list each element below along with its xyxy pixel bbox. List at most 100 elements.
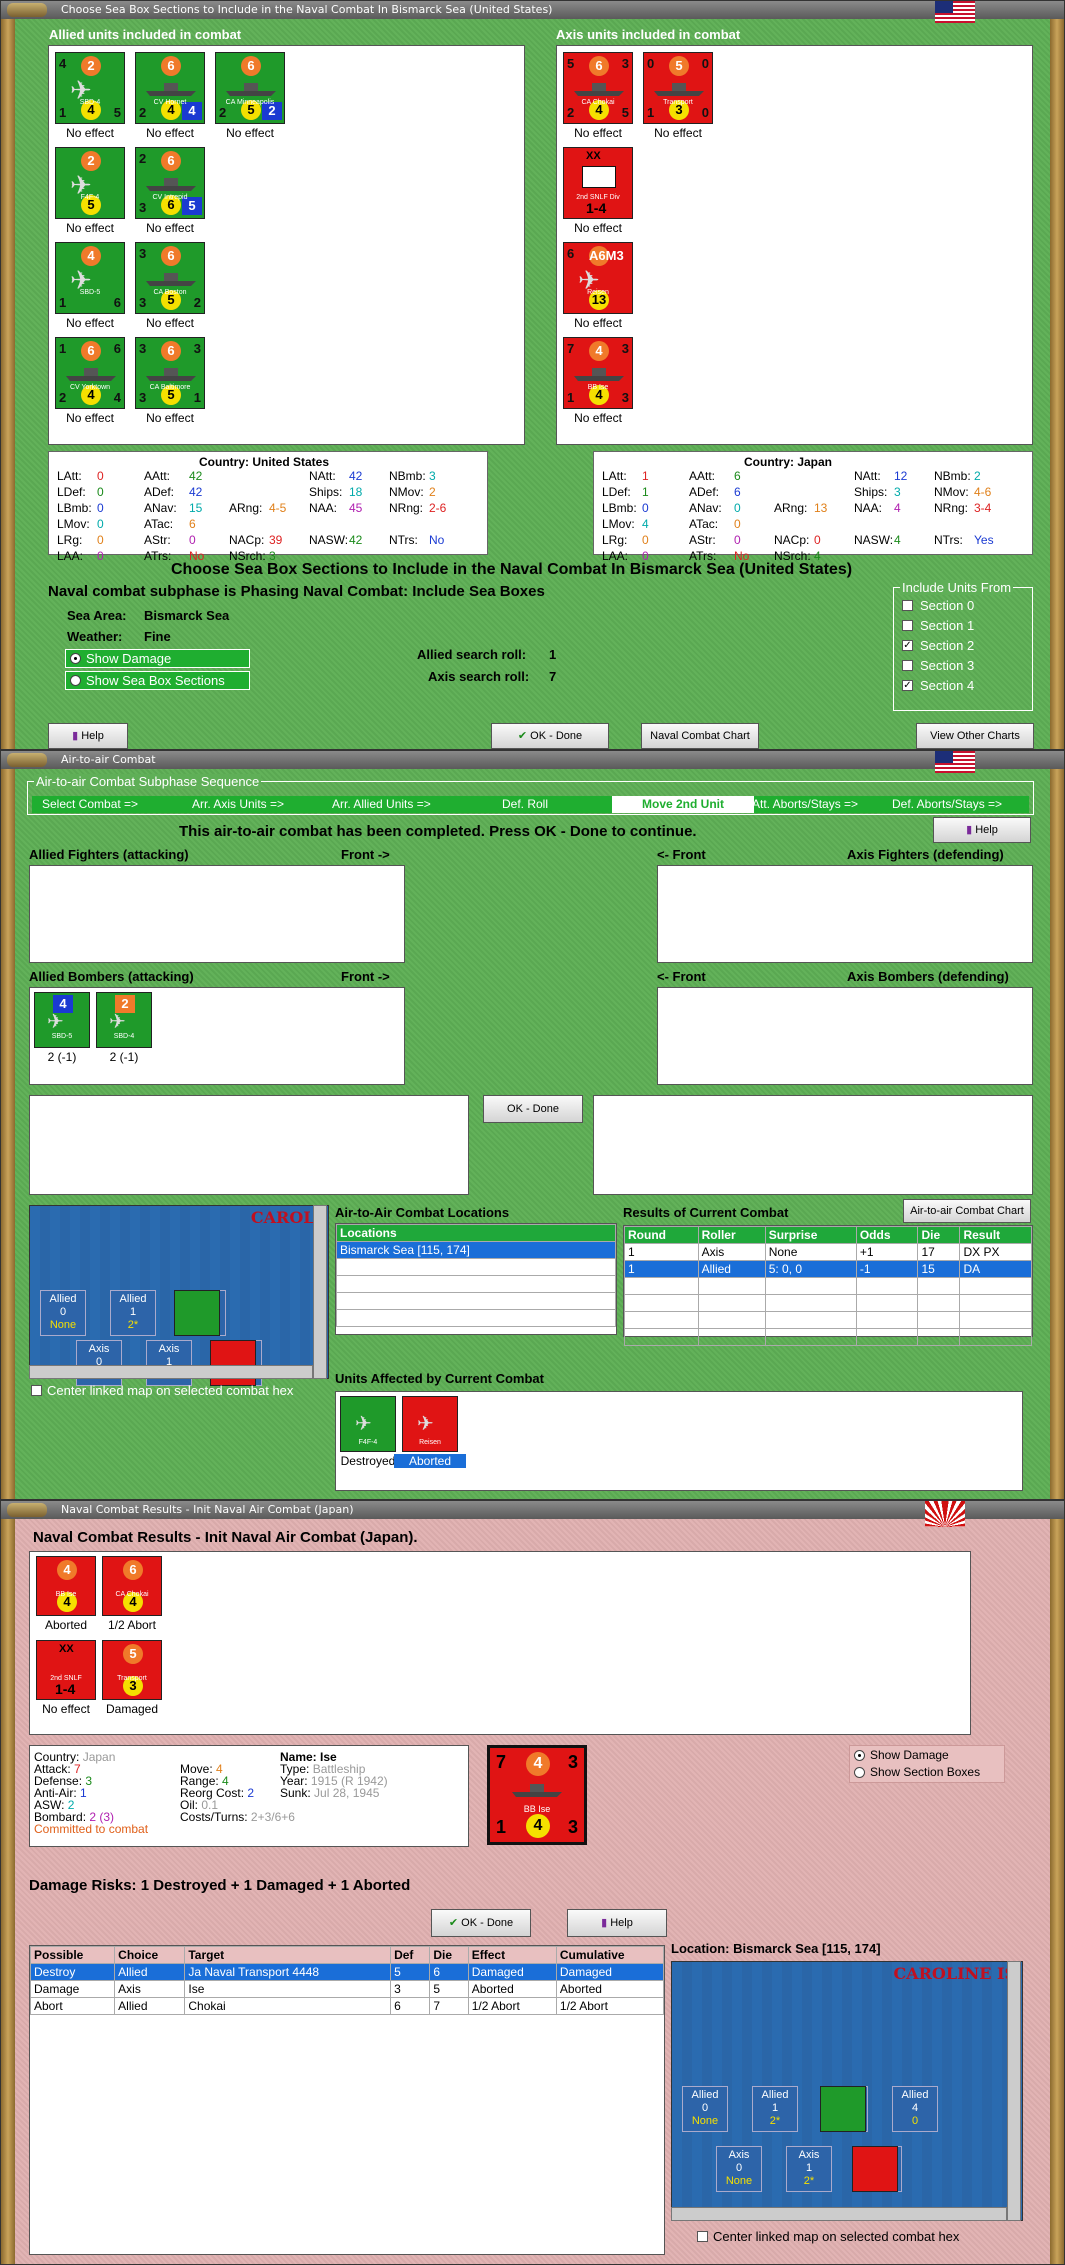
unit-counter[interactable]: 1 6 2 4 6 4 CV Yorktown: [55, 337, 125, 409]
unit-counter[interactable]: 6 A6M3 ✈ 13 Reisen: [563, 242, 633, 314]
section-checkbox[interactable]: ✓: [902, 680, 913, 691]
unit-counter[interactable]: 2 6 4 4 CV Hornet: [135, 52, 205, 124]
titlebar-knob: [7, 1503, 47, 1517]
counter-stat: 2: [219, 105, 227, 120]
stat-value: 45: [349, 501, 363, 515]
sea-box-allied[interactable]: Allied 0 None: [682, 2086, 728, 2132]
front-left-label: <- Front: [657, 847, 706, 862]
allied-reserve-box[interactable]: [29, 1095, 469, 1195]
section-checkbox[interactable]: ✓: [902, 640, 913, 651]
unit-counter[interactable]: 3 3 3 1 6 5 CA Baltimore: [135, 337, 205, 409]
table-row[interactable]: Abort Allied Chokai 6 7 1/2 Abort 1/2 Abort: [29, 1997, 665, 2015]
result-unit-counter[interactable]: 6 4 CA Chokai: [102, 1556, 162, 1616]
sea-box-allied[interactable]: Allied 0 None: [40, 1290, 86, 1336]
sea-box-allied[interactable]: Allied 1 2*: [752, 2086, 798, 2132]
unit-counter[interactable]: 0 0 1 0 5 3 Transport: [643, 52, 713, 124]
sea-box-axis[interactable]: Axis12*: [146, 1340, 192, 1386]
map-vscrollbar[interactable]: [1007, 1961, 1021, 2221]
ship-icon: [146, 178, 196, 192]
unit-counter[interactable]: 5 3 2 5 6 4 CA Chokai: [563, 52, 633, 124]
table-cell: 5: 0, 0: [764, 1260, 857, 1278]
affected-units-box[interactable]: ✈ F4F-4 Destroyed ✈ Reisen Aborted: [335, 1391, 1023, 1491]
bomber-counter[interactable]: 4 ✈ SBD-5: [34, 992, 90, 1048]
section-label: Section 3: [920, 658, 975, 673]
affected-counter[interactable]: ✈ F4F-4: [340, 1396, 396, 1452]
table-row[interactable]: 1 Allied 5: 0, 0 -1 15 DA: [624, 1260, 1032, 1278]
table-row[interactable]: Damage Axis Ise 3 5 Aborted Aborted: [29, 1980, 665, 1998]
results-table[interactable]: Round Roller Surprise Odds Die Result 1 Axis Non…: [623, 1225, 1033, 1346]
unit-status: No effect: [574, 126, 622, 140]
map-unit-counter[interactable]: [820, 2086, 866, 2132]
axis-bombers-box[interactable]: [657, 987, 1033, 1085]
radio-empty-icon[interactable]: [854, 1767, 865, 1778]
axis-reserve-box[interactable]: [593, 1095, 1033, 1195]
help-button[interactable]: ▮ Help: [48, 723, 128, 749]
result-units-panel[interactable]: 4 4 BB Ise Aborted 6 4 CA Chokai 1/2 Abort XX 1-4…: [29, 1551, 971, 1735]
ship-icon: [574, 83, 624, 97]
counter-top-value: 5: [669, 56, 689, 76]
map-hscrollbar[interactable]: [29, 1365, 313, 1379]
table-row[interactable]: 1 Axis None +1 17 DX PX: [624, 1243, 1032, 1261]
locations-table[interactable]: Locations Bismarck Sea [115, 174]: [335, 1223, 617, 1335]
ok-done-button[interactable]: ✔ OK - Done: [431, 1909, 531, 1937]
table-cell: 6: [390, 1997, 431, 2015]
unit-counter[interactable]: 3 3 2 6 5 CA Boston: [135, 242, 205, 314]
result-unit-counter[interactable]: 5 3 Transport: [102, 1640, 162, 1700]
sea-box-axis[interactable]: Axis0None: [716, 2146, 762, 2192]
unit-counter[interactable]: 2 6 5 2 CA Minneapolis: [215, 52, 285, 124]
unit-counter[interactable]: 7 3 1 3 4 4 BB Ise: [563, 337, 633, 409]
counter-name: F4F-4: [80, 194, 100, 201]
map-vscrollbar[interactable]: [313, 1205, 327, 1379]
help-button[interactable]: ▮ Help: [933, 817, 1031, 843]
bomber-counter[interactable]: 2 ✈ SBD-4: [96, 992, 152, 1048]
table-row[interactable]: Destroy Allied Ja Naval Transport 4448 5 6 Da…: [29, 1963, 665, 1981]
ok-done-button[interactable]: ✔ OK - Done: [491, 723, 609, 749]
allied-bombers-box[interactable]: 4 ✈ SBD-5 2 (-1) 2 ✈ SBD-4 2 (-1): [29, 987, 405, 1085]
view-other-charts-button[interactable]: View Other Charts: [916, 723, 1034, 749]
stat-label: LAA:: [57, 549, 84, 563]
linked-map[interactable]: CAROLI Allied0NoneAllied12*Allied30*Axis…: [29, 1205, 329, 1386]
table-cell: DX PX: [959, 1243, 1032, 1261]
map-hscrollbar[interactable]: [671, 2207, 1007, 2221]
section-checkbox[interactable]: [902, 660, 913, 671]
unit-counter[interactable]: 1 6 4 ✈ SBD-5: [55, 242, 125, 314]
plane-icon: ✈: [109, 1011, 126, 1033]
map-unit-counter[interactable]: [210, 1340, 256, 1386]
counter-stat: 6: [113, 295, 121, 310]
help-button[interactable]: ▮ Help: [567, 1909, 667, 1937]
section-checkbox[interactable]: [902, 620, 913, 631]
stat-value: 3: [894, 485, 901, 499]
center-map-checkbox[interactable]: [697, 2231, 708, 2242]
map-unit-counter[interactable]: [174, 1290, 220, 1336]
sea-box-allied[interactable]: Allied 4 0: [892, 2086, 938, 2132]
axis-units-panel[interactable]: 5 3 2 5 6 4 CA Chokai No effect 0 0 1 0 5 3 Transport N…: [556, 45, 1033, 445]
air-combat-chart-button[interactable]: Air-to-air Combat Chart: [903, 1199, 1031, 1223]
show-damage-radio[interactable]: Show Damage: [65, 649, 250, 668]
axis-fighters-box[interactable]: [657, 865, 1033, 963]
sea-box-allied[interactable]: Allied 1 2*: [110, 1290, 156, 1336]
sea-box-axis[interactable]: Axis0None: [76, 1340, 122, 1386]
sea-box-axis[interactable]: Axis12*: [786, 2146, 832, 2192]
allied-fighters-box[interactable]: [29, 865, 405, 963]
result-unit-counter[interactable]: 4 4 BB Ise: [36, 1556, 96, 1616]
show-sections-radio[interactable]: Show Sea Box Sections: [65, 671, 250, 690]
unit-counter[interactable]: 2 ✈ 5 F4F-4: [55, 147, 125, 219]
stat-label: LAtt:: [57, 469, 82, 483]
table-row[interactable]: Bismarck Sea [115, 174]: [336, 1241, 616, 1259]
unit-counter[interactable]: XX 1-4 2nd SNLF Div: [563, 147, 633, 219]
unit-counter[interactable]: 2 3 6 6 5 CV Intrepid: [135, 147, 205, 219]
result-unit-counter[interactable]: XX 1-4 2nd SNLF: [36, 1640, 96, 1700]
affected-counter[interactable]: ✈ Reisen: [402, 1396, 458, 1452]
linked-map[interactable]: CAROLINE IS Allied0NoneAllied12*Allied30…: [671, 1961, 1023, 2221]
allied-units-panel[interactable]: 4 1 5 2 ✈ 4 SBD-4 No effect 2 6 4 4 CV Hornet No effe…: [48, 45, 525, 445]
center-map-checkbox[interactable]: [31, 1385, 42, 1396]
stat-label: NAtt:: [854, 469, 881, 483]
damage-table[interactable]: Possible Choice Target Def Die Effect Cumulati…: [29, 1945, 665, 2255]
ok-done-button[interactable]: OK - Done: [483, 1095, 583, 1123]
radio-selected-icon[interactable]: [854, 1750, 865, 1761]
naval-combat-chart-button[interactable]: Naval Combat Chart: [641, 723, 759, 749]
unit-counter[interactable]: 4 1 5 2 ✈ 4 SBD-4: [55, 52, 125, 124]
section-checkbox[interactable]: [902, 600, 913, 611]
map-unit-counter[interactable]: [852, 2146, 898, 2192]
stat-label: LBmb:: [602, 501, 637, 515]
